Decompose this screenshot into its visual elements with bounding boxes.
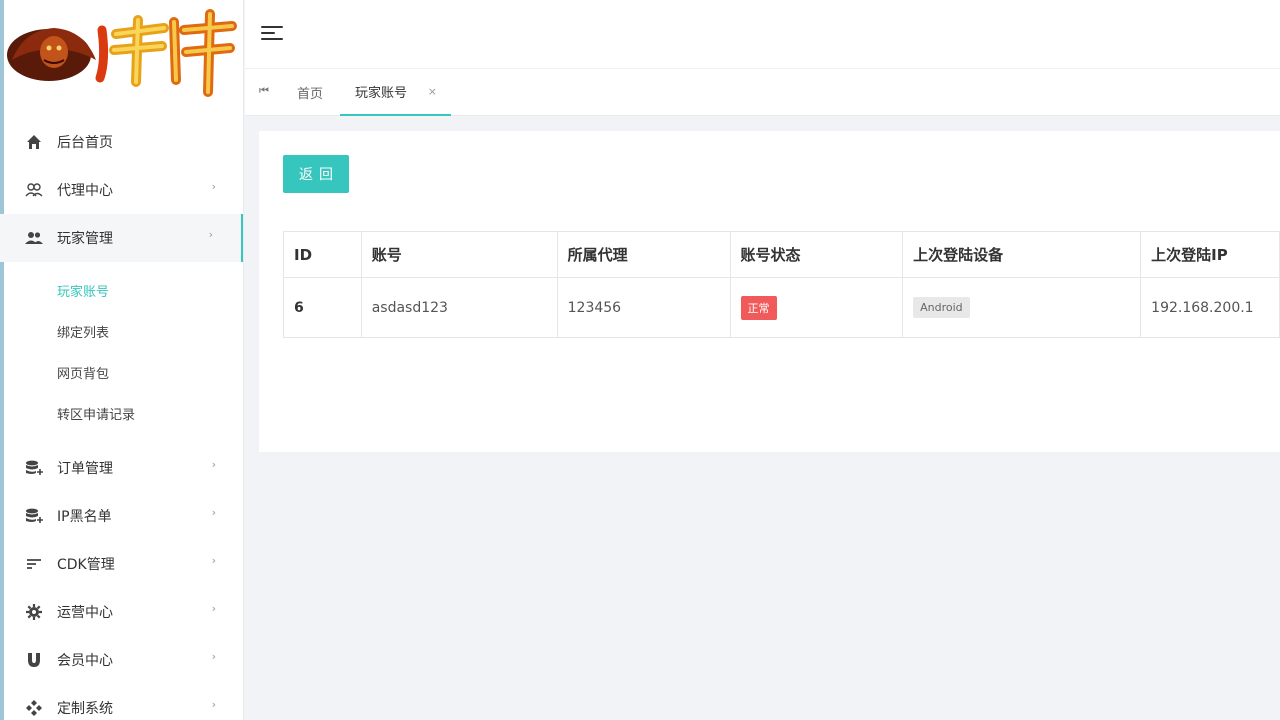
col-device: 上次登陆设备	[902, 231, 1142, 278]
sidebar-item-label: 后台首页	[57, 135, 113, 151]
first-page-icon[interactable]: ⏮	[259, 84, 269, 98]
sort-lines-icon	[25, 555, 43, 573]
magnet-icon	[25, 651, 43, 669]
users-icon	[25, 229, 43, 247]
chevron-right-icon: ›	[211, 458, 216, 471]
top-header	[245, 0, 1280, 69]
sidebar-menu: 后台首页 代理中心 › 玩家管理 › 玩家账号 绑定列表 网页背包 转区申请记录	[0, 118, 243, 720]
sidebar-subitem-player-accounts[interactable]: 玩家账号	[0, 270, 243, 311]
database-add-icon	[25, 507, 43, 525]
col-id: ID	[283, 231, 362, 278]
tab-bar: ⏮ 首页 玩家账号 ×	[245, 69, 1280, 116]
cell-status: 正常	[729, 277, 904, 338]
device-badge: Android	[913, 297, 970, 318]
tab-home[interactable]: 首页	[297, 69, 323, 116]
cell-account: asdasd123	[360, 277, 558, 338]
sidebar-item-label: 玩家管理	[57, 231, 113, 247]
table-header-row: ID 账号 所属代理 账号状态 上次登陆设备 上次登陆IP	[283, 231, 1280, 278]
database-add-icon	[25, 459, 43, 477]
chevron-right-icon: ›	[211, 602, 216, 615]
chevron-right-icon: ›	[211, 698, 216, 711]
sidebar-item-label: CDK管理	[57, 557, 115, 573]
player-submenu: 玩家账号 绑定列表 网页背包 转区申请记录	[0, 262, 243, 444]
close-icon[interactable]: ×	[428, 85, 437, 98]
sidebar-item-label: IP黑名单	[57, 509, 112, 525]
back-button[interactable]: 返回	[283, 155, 349, 193]
home-icon	[25, 133, 43, 151]
chevron-right-icon: ›	[211, 506, 216, 519]
table-row: 6 asdasd123 123456 正常 Android 192.168.20…	[283, 277, 1280, 338]
chevron-right-icon: ›	[208, 228, 213, 241]
cell-id: 6	[283, 277, 362, 338]
gear-icon	[25, 603, 43, 621]
sidebar-item-members[interactable]: 会员中心 ›	[0, 636, 243, 684]
sidebar-item-cdk[interactable]: CDK管理 ›	[0, 540, 243, 588]
cell-ip: 192.168.200.1	[1140, 277, 1280, 338]
sidebar-subitem-bind-list[interactable]: 绑定列表	[0, 311, 243, 352]
chevron-right-icon: ›	[211, 180, 216, 193]
sidebar-item-player-management[interactable]: 玩家管理 ›	[0, 214, 243, 262]
col-account: 账号	[360, 231, 558, 278]
sidebar-subitem-web-backpack[interactable]: 网页背包	[0, 352, 243, 393]
tab-player-accounts[interactable]: 玩家账号 ×	[340, 69, 451, 116]
sidebar-item-label: 会员中心	[57, 653, 113, 669]
sidebar-item-orders[interactable]: 订单管理 ›	[0, 444, 243, 492]
group-icon	[25, 181, 43, 199]
chevron-right-icon: ›	[211, 650, 216, 663]
status-badge: 正常	[740, 295, 777, 320]
sidebar-item-custom-system[interactable]: 定制系统 ›	[0, 684, 243, 720]
content-card: 返回 ID 账号 所属代理 账号状态 上次登陆设备 上次登陆IP 6 asdas…	[259, 131, 1280, 452]
menu-toggle-icon[interactable]	[261, 24, 283, 42]
cell-device: Android	[902, 277, 1142, 338]
sidebar-item-agent-center[interactable]: 代理中心 ›	[0, 166, 243, 214]
chevron-right-icon: ›	[211, 554, 216, 567]
sidebar: 后台首页 代理中心 › 玩家管理 › 玩家账号 绑定列表 网页背包 转区申请记录	[0, 0, 244, 720]
diamond-dots-icon	[25, 699, 43, 717]
sidebar-item-dashboard[interactable]: 后台首页	[0, 118, 243, 166]
sidebar-subitem-transfer-records[interactable]: 转区申请记录	[0, 393, 243, 434]
sidebar-item-label: 运营中心	[57, 605, 113, 621]
game-logo	[7, 9, 237, 97]
tab-label: 玩家账号	[355, 86, 408, 101]
sidebar-item-ip-blacklist[interactable]: IP黑名单 ›	[0, 492, 243, 540]
sidebar-item-label: 订单管理	[57, 461, 113, 477]
col-status: 账号状态	[729, 231, 904, 278]
cell-agent: 123456	[556, 277, 731, 338]
sidebar-item-label: 代理中心	[57, 183, 113, 199]
sidebar-item-operations[interactable]: 运营中心 ›	[0, 588, 243, 636]
col-agent: 所属代理	[556, 231, 731, 278]
col-ip: 上次登陆IP	[1140, 231, 1280, 278]
player-table: ID 账号 所属代理 账号状态 上次登陆设备 上次登陆IP 6 asdasd12…	[283, 231, 1280, 338]
sidebar-item-label: 定制系统	[57, 701, 113, 717]
